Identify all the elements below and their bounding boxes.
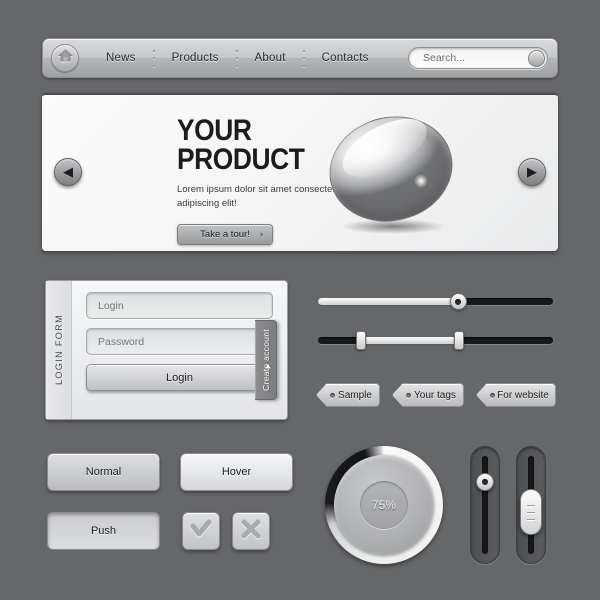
tag-item[interactable]: For website: [476, 383, 556, 407]
arrow-right-icon: ▶: [527, 164, 537, 179]
slider-handle-high[interactable]: [454, 331, 465, 350]
slider-fill: [360, 337, 459, 344]
banner-subtitle: Lorem ipsum dolor sit amet consectetur a…: [177, 184, 344, 209]
take-a-tour-button[interactable]: Take a tour! ›: [177, 223, 273, 245]
check-icon: [190, 519, 212, 544]
slider-handle[interactable]: [449, 293, 467, 310]
banner-title-line2: PRODUCT: [177, 142, 305, 176]
password-input[interactable]: Password: [86, 328, 273, 355]
normal-button[interactable]: Normal: [47, 453, 160, 491]
tag-item[interactable]: Sample: [316, 383, 380, 407]
cancel-button[interactable]: [232, 512, 270, 550]
login-submit-button[interactable]: Login: [86, 364, 273, 391]
push-button[interactable]: Push: [47, 512, 160, 550]
chevron-down-icon: ▼: [263, 360, 273, 371]
slider-fill: [318, 298, 459, 305]
vertical-slider-handle[interactable]: [516, 446, 546, 564]
nav-link-contacts[interactable]: Contacts: [305, 52, 386, 64]
slider-track: [482, 456, 488, 554]
login-form-label: LOGIN FORM: [53, 314, 64, 386]
nav-link-products[interactable]: Products: [155, 52, 236, 64]
vertical-slider-round[interactable]: [470, 446, 500, 564]
navbar: News Products About Contacts Search...: [42, 38, 558, 78]
product-orb-graphic: [318, 103, 464, 243]
confirm-button[interactable]: [182, 512, 220, 550]
slider-handle[interactable]: [476, 473, 494, 491]
circular-progress[interactable]: 75%: [325, 446, 443, 564]
login-form-label-column: LOGIN FORM: [46, 281, 72, 419]
hero-banner: YOUR PRODUCT Lorem ipsum dolor sit amet …: [42, 93, 558, 251]
progress-value-label: 75%: [360, 481, 408, 529]
progress-inner-disc: 75%: [334, 455, 434, 555]
carousel-next-button[interactable]: ▶: [518, 158, 546, 186]
home-icon: [57, 49, 73, 67]
orb-body: [318, 103, 464, 235]
nav-items: News Products About Contacts: [89, 49, 386, 67]
slider-handle-low[interactable]: [355, 331, 366, 350]
nav-link-about[interactable]: About: [238, 52, 303, 64]
search-field[interactable]: Search...: [408, 47, 548, 69]
home-button[interactable]: [51, 44, 79, 72]
close-icon: [240, 519, 262, 544]
slider-handle[interactable]: [520, 489, 542, 535]
search-button[interactable]: [528, 49, 545, 67]
login-form-panel: LOGIN FORM Login Password Login: [45, 280, 288, 420]
create-account-tab[interactable]: Create account ▼: [255, 320, 277, 400]
banner-title-line1: YOUR: [177, 114, 252, 147]
nav-link-news[interactable]: News: [89, 52, 153, 64]
horizontal-slider-single[interactable]: [318, 293, 553, 310]
orb-sparkle: [413, 173, 429, 189]
search-input[interactable]: Search...: [423, 52, 465, 64]
login-input[interactable]: Login: [86, 292, 273, 319]
hover-button[interactable]: Hover: [180, 453, 293, 491]
create-account-label: Create account: [260, 329, 271, 391]
banner-copy: YOUR PRODUCT Lorem ipsum dolor sit amet …: [177, 114, 343, 245]
horizontal-slider-range[interactable]: [318, 331, 553, 350]
arrow-left-icon: ◀: [63, 164, 73, 179]
chevron-right-icon: ›: [259, 228, 263, 240]
take-a-tour-label: Take a tour!: [200, 228, 250, 240]
carousel-prev-button[interactable]: ◀: [54, 158, 82, 186]
tag-item[interactable]: Your tags: [392, 383, 464, 407]
